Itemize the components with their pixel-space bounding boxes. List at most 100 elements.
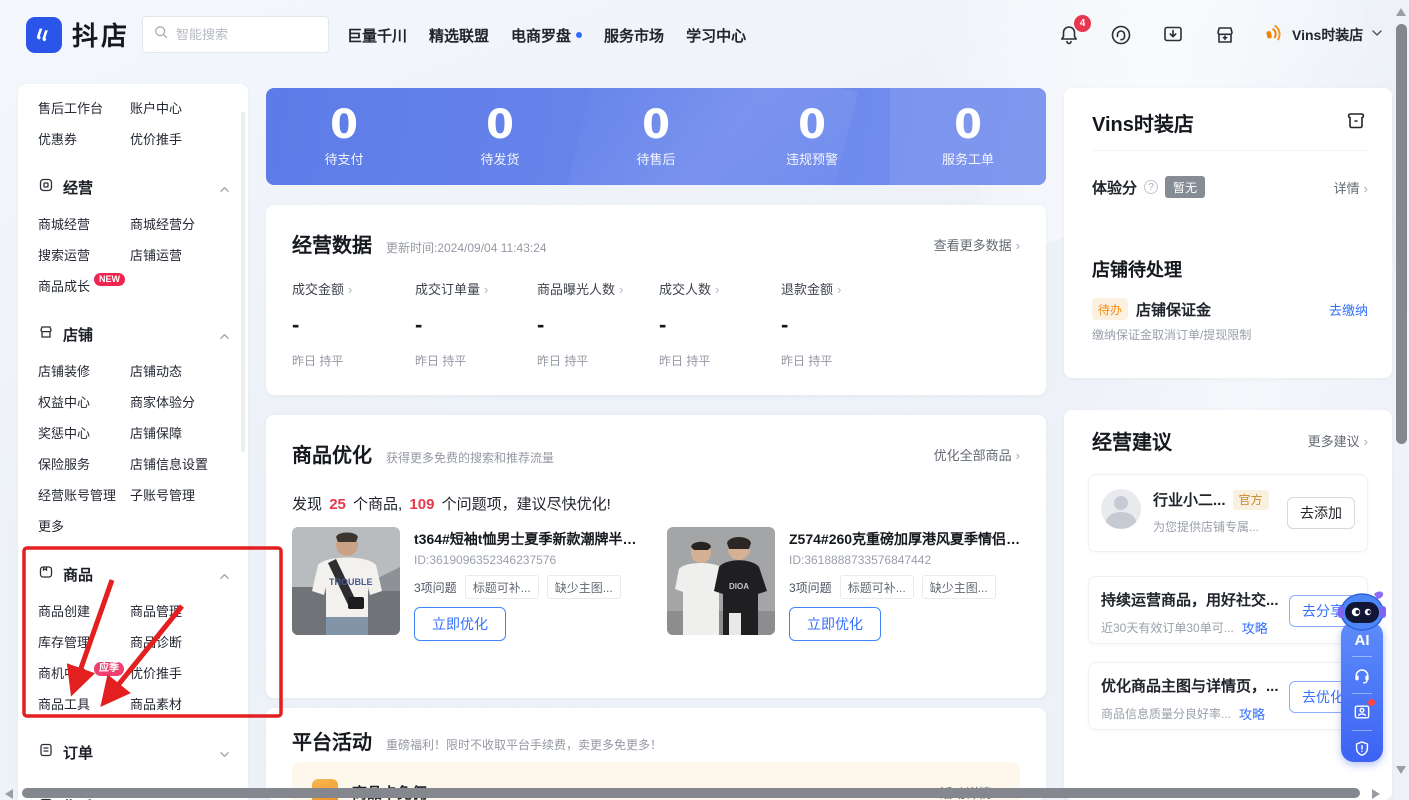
stat-pending-shipment[interactable]: 0 待发货 — [422, 88, 578, 185]
sidebar-item-mall-score[interactable]: 商城经营分 — [130, 214, 248, 233]
topbar: 抖店 巨量千川 精选联盟 电商罗盘 服务市场 学习中心 4 Vins时装店 — [0, 0, 1409, 70]
download-center-icon[interactable] — [1160, 22, 1186, 48]
nav-qianchuan[interactable]: 巨量千川 — [347, 25, 407, 46]
svg-text:DIOA: DIOA — [729, 582, 749, 591]
optimize-now-button[interactable]: 立即优化 — [414, 607, 506, 641]
sidebar-item-product-diagnosis[interactable]: 商品诊断 — [130, 632, 248, 651]
product-id: ID:3619096352346237576 — [414, 553, 556, 567]
global-search[interactable] — [142, 16, 329, 53]
suggestion-item-official[interactable]: 行业小二... 官方 为您提供店铺专属... 去添加 — [1088, 474, 1368, 552]
sidebar-item-insurance-service[interactable]: 保险服务 — [38, 454, 130, 473]
product-image: TROUBLE — [292, 527, 400, 635]
sidebar-item-reward-punishment[interactable]: 奖惩中心 — [38, 423, 130, 442]
robot-mascot[interactable] — [1336, 588, 1388, 637]
sidebar-item-product-tools[interactable]: 商品工具 — [38, 694, 130, 713]
sidebar-item-operation-account-mgmt[interactable]: 经营账号管理 — [38, 485, 130, 504]
security-shield-icon[interactable] — [1351, 738, 1373, 760]
sidebar-section-operations[interactable]: 经营 — [18, 166, 248, 208]
stat-pending-payment[interactable]: 0 待支付 — [266, 88, 422, 185]
scrollbar-down-arrow[interactable] — [1396, 766, 1406, 774]
sidebar-item-coupons[interactable]: 优惠券 — [38, 129, 130, 148]
todo-stats-banner: 0 待支付 0 待发货 0 待售后 0 违规预警 0 服务工单 — [266, 88, 1046, 185]
stat-violation-warning[interactable]: 0 违规预警 — [734, 88, 890, 185]
metric-buyers[interactable]: 成交人数 — [659, 279, 779, 298]
sidebar-item-shop-info-settings[interactable]: 店铺信息设置 — [130, 454, 248, 473]
nav-ecom-compass[interactable]: 电商罗盘 — [511, 25, 582, 46]
issue-count: 109 — [406, 496, 437, 513]
strategy-link[interactable]: 攻略 — [1242, 618, 1268, 637]
pay-deposit-link[interactable]: 去缴纳 — [1329, 300, 1368, 319]
view-more-data-link[interactable]: 查看更多数据 — [934, 235, 1020, 254]
nav-learning-center[interactable]: 学习中心 — [686, 25, 746, 46]
help-question-icon[interactable] — [1144, 180, 1158, 194]
metric-order-count[interactable]: 成交订单量 — [415, 279, 535, 298]
sidebar-item-shop-decoration[interactable]: 店铺装修 — [38, 361, 130, 380]
scrollbar-left-arrow[interactable] — [5, 789, 13, 799]
sidebar-item-rights-center[interactable]: 权益中心 — [38, 392, 130, 411]
sidebar-item-opportunity-center[interactable]: 商机中心应季 — [38, 663, 130, 682]
shop-outline-icon[interactable] — [1344, 108, 1368, 137]
sidebar-item-more[interactable]: 更多 — [38, 516, 130, 535]
nav-jingxuan-lianmeng[interactable]: 精选联盟 — [429, 25, 489, 46]
sidebar-item-product-growth[interactable]: 商品成长NEW — [38, 276, 130, 295]
product-issues: 3项问题 标题可补... 缺少主图... — [414, 575, 621, 599]
sidebar-item-sub-account-mgmt[interactable]: 子账号管理 — [130, 485, 248, 504]
sidebar-section-orders[interactable]: 订单 — [18, 731, 248, 773]
shop-name: Vins时装店 — [1092, 108, 1194, 137]
suggestion-desc: 为您提供店铺专属... — [1153, 518, 1269, 535]
sidebar-item-inventory-manage[interactable]: 库存管理 — [38, 632, 130, 651]
chevron-up-icon — [219, 329, 230, 346]
scrollbar-right-arrow[interactable] — [1372, 789, 1380, 799]
storefront-icon[interactable] — [1212, 22, 1238, 48]
sidebar-item-search-operation[interactable]: 搜索运营 — [38, 245, 130, 264]
suggestion-item-share[interactable]: 持续运营商品，用好社交... 近30天有效订单30单可... 攻略 去分享 — [1088, 576, 1368, 644]
metric-refund-amount[interactable]: 退款金额 — [781, 279, 901, 298]
optimize-now-button[interactable]: 立即优化 — [789, 607, 881, 641]
sidebar-item-price-promoter[interactable]: 优价推手 — [130, 129, 248, 148]
more-suggestions-link[interactable]: 更多建议 — [1308, 431, 1368, 450]
product-id: ID:3618888733576847442 — [789, 553, 931, 567]
stat-pending-aftersale[interactable]: 0 待售后 — [578, 88, 734, 185]
sidebar-item-product-materials[interactable]: 商品素材 — [130, 694, 248, 713]
add-contact-button[interactable]: 去添加 — [1287, 497, 1355, 529]
sidebar-item-shop-operation[interactable]: 店铺运营 — [130, 245, 248, 264]
horizontal-scrollbar-thumb[interactable] — [22, 788, 1360, 798]
sidebar-item-product-create[interactable]: 商品创建 — [38, 601, 130, 620]
sidebar-item-shop-protection[interactable]: 店铺保障 — [130, 423, 248, 442]
customer-service-icon[interactable] — [1108, 22, 1134, 48]
operations-icon — [38, 177, 54, 197]
sidebar-item-price-promoter-2[interactable]: 优价推手 — [130, 663, 248, 682]
account-menu[interactable]: Vins时装店 — [1262, 0, 1383, 70]
sidebar-item-account-center[interactable]: 账户中心 — [130, 98, 248, 117]
vertical-scrollbar-thumb[interactable] — [1396, 24, 1407, 444]
svg-text:TROUBLE: TROUBLE — [329, 577, 373, 587]
experience-detail-link[interactable]: 详情 — [1334, 178, 1368, 197]
metric-exposure-users[interactable]: 商品曝光人数 — [537, 279, 657, 298]
work-order-icon[interactable] — [1351, 701, 1373, 723]
sidebar-item-mall-operation[interactable]: 商城经营 — [38, 214, 130, 233]
sidebar-section-shop[interactable]: 店铺 — [18, 313, 248, 355]
seasonal-badge: 应季 — [94, 662, 124, 676]
sidebar-section-products[interactable]: 商品 — [18, 553, 248, 595]
metric-gmv[interactable]: 成交金额 — [292, 279, 412, 298]
notification-bell-icon[interactable]: 4 — [1056, 22, 1082, 48]
sidebar-item-merchant-experience-score[interactable]: 商家体验分 — [130, 392, 248, 411]
product-card[interactable]: DIOA Z574#260克重磅加厚港风夏季情侣潮... ID:36188887… — [667, 527, 1027, 639]
sidebar-item-shop-updates[interactable]: 店铺动态 — [130, 361, 248, 380]
customer-service-headset-icon[interactable] — [1351, 664, 1373, 686]
optimize-all-link[interactable]: 优化全部商品 — [934, 445, 1020, 464]
business-data-card: 经营数据 更新时间:2024/09/04 11:43:24 查看更多数据 成交金… — [266, 205, 1046, 395]
search-input[interactable] — [176, 27, 306, 42]
sidebar-scrollbar[interactable] — [241, 112, 245, 452]
suggestion-item-optimize[interactable]: 优化商品主图与详情页，... 商品信息质量分良好率... 攻略 去优化 — [1088, 662, 1368, 730]
app-logo[interactable]: 抖店 — [26, 16, 130, 53]
strategy-link[interactable]: 攻略 — [1239, 704, 1265, 723]
sidebar-item-aftersale-workbench[interactable]: 售后工作台 — [38, 98, 130, 117]
nav-service-market[interactable]: 服务市场 — [604, 25, 664, 46]
sidebar-item-product-manage[interactable]: 商品管理 — [130, 601, 248, 620]
scrollbar-up-arrow[interactable] — [1396, 8, 1406, 16]
issue-tag: 缺少主图... — [547, 575, 621, 599]
product-card[interactable]: TROUBLE t364#短袖t恤男士夏季新款潮牌半袖... ID:361909… — [292, 527, 652, 639]
stat-service-ticket[interactable]: 0 服务工单 — [890, 88, 1046, 185]
divider — [1352, 656, 1372, 657]
